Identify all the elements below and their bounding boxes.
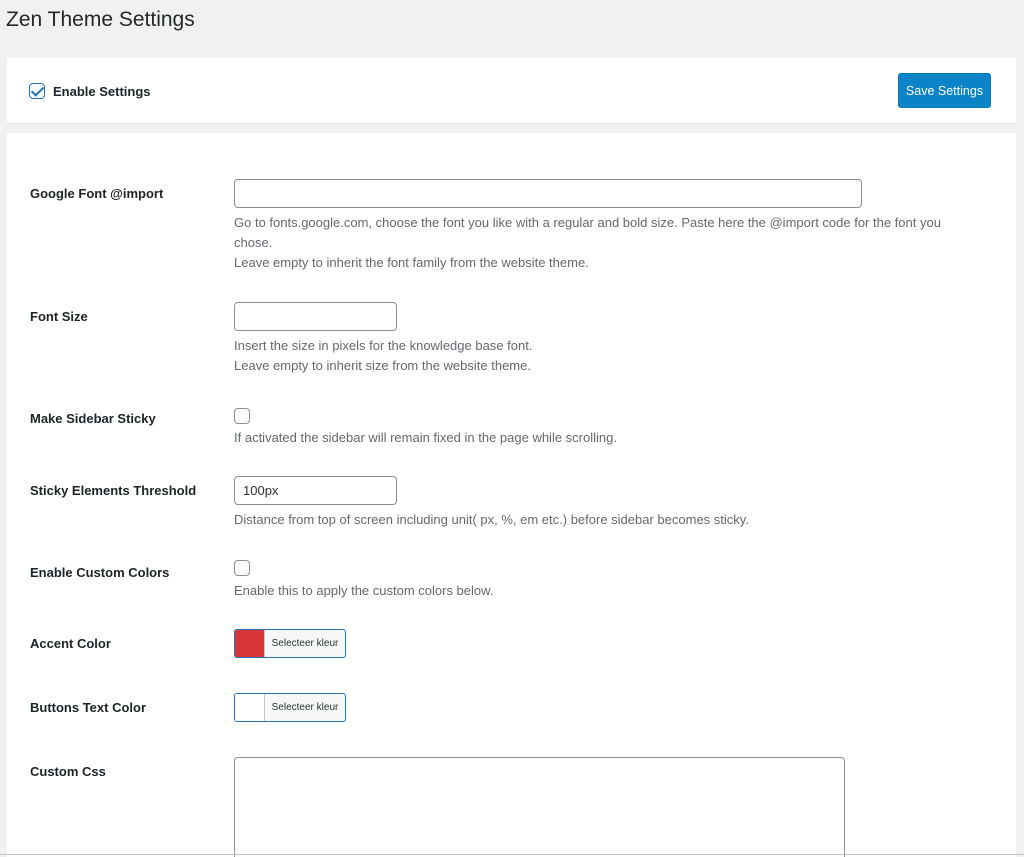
buttons-text-color-swatch[interactable] bbox=[235, 694, 265, 721]
accent-color-swatch[interactable] bbox=[235, 630, 265, 657]
google-font-desc-line-1: Go to fonts.google.com, choose the font … bbox=[234, 215, 941, 230]
enable-settings-checkbox[interactable] bbox=[29, 83, 45, 99]
settings-form: Google Font @import Go to fonts.google.c… bbox=[7, 133, 1016, 857]
checkmark-icon bbox=[30, 83, 45, 97]
font-size-label: Font Size bbox=[30, 309, 88, 324]
custom-css-label: Custom Css bbox=[30, 764, 106, 779]
custom-colors-description: Enable this to apply the custom colors b… bbox=[234, 583, 494, 598]
font-size-description: Insert the size in pixels for the knowle… bbox=[234, 336, 532, 376]
sticky-threshold-label: Sticky Elements Threshold bbox=[30, 483, 197, 498]
buttons-text-color-label: Buttons Text Color bbox=[30, 700, 147, 715]
buttons-text-color-picker-label[interactable]: Selecteer kleur bbox=[265, 694, 345, 721]
accent-color-picker-label[interactable]: Selecteer kleur bbox=[265, 630, 345, 657]
save-settings-button[interactable]: Save Settings bbox=[898, 73, 991, 108]
custom-colors-checkbox[interactable] bbox=[234, 560, 250, 576]
custom-colors-label: Enable Custom Colors bbox=[30, 565, 170, 580]
sticky-sidebar-checkbox[interactable] bbox=[234, 408, 250, 424]
sticky-sidebar-description: If activated the sidebar will remain fix… bbox=[234, 430, 617, 445]
enable-settings-label: Enable Settings bbox=[53, 83, 151, 99]
font-size-desc-line-1: Insert the size in pixels for the knowle… bbox=[234, 338, 533, 353]
accent-color-picker[interactable]: Selecteer kleur bbox=[234, 629, 346, 658]
google-font-description: Go to fonts.google.com, choose the font … bbox=[234, 213, 941, 273]
font-size-desc-line-2: Leave empty to inherit size from the web… bbox=[234, 358, 531, 373]
enable-settings-toggle[interactable]: Enable Settings bbox=[29, 83, 151, 99]
google-font-input[interactable] bbox=[234, 179, 862, 208]
font-size-input[interactable] bbox=[234, 302, 397, 331]
sticky-threshold-input[interactable]: 100px bbox=[234, 476, 397, 505]
sticky-sidebar-label: Make Sidebar Sticky bbox=[30, 411, 156, 426]
google-font-desc-line-3: Leave empty to inherit the font family f… bbox=[234, 255, 589, 270]
sticky-threshold-description: Distance from top of screen including un… bbox=[234, 512, 749, 527]
page-title: Zen Theme Settings bbox=[6, 8, 195, 31]
top-settings-bar: Enable Settings Save Settings bbox=[7, 58, 1016, 124]
accent-color-label: Accent Color bbox=[30, 636, 111, 651]
buttons-text-color-picker[interactable]: Selecteer kleur bbox=[234, 693, 346, 722]
custom-css-textarea[interactable] bbox=[234, 757, 845, 857]
bottom-divider bbox=[0, 854, 1024, 855]
google-font-label: Google Font @import bbox=[30, 186, 164, 201]
google-font-desc-line-2: chose. bbox=[234, 235, 273, 250]
